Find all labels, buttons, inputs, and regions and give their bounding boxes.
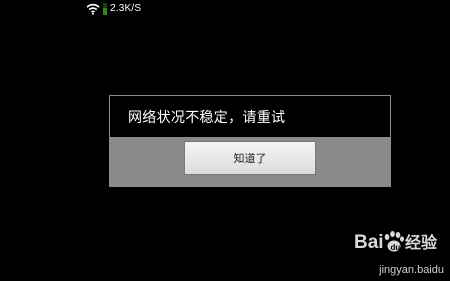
baidu-jingyan-logo: Bai du 经验	[354, 231, 438, 253]
watermark-domain: jingyan.baidu	[379, 264, 444, 276]
signal-strength-icon	[103, 3, 107, 15]
svg-text:经验: 经验	[405, 233, 438, 252]
signal-strength-fill	[103, 8, 107, 15]
network-speed: 2.3K/S	[110, 3, 142, 14]
status-bar: 2.3K/S	[86, 2, 141, 16]
dialog-message-area: 网络状况不稳定，请重试	[110, 96, 390, 137]
error-dialog: 网络状况不稳定，请重试 知道了	[109, 95, 391, 187]
ok-button[interactable]: 知道了	[184, 141, 316, 175]
wifi-icon	[86, 3, 100, 15]
svg-text:du: du	[391, 243, 401, 252]
dialog-message: 网络状况不稳定，请重试	[128, 109, 286, 126]
baidu-jingyan-watermark: Bai du 经验 jingyan.baidu	[354, 226, 444, 276]
svg-text:Bai: Bai	[354, 232, 384, 253]
dialog-button-area: 知道了	[110, 137, 390, 186]
